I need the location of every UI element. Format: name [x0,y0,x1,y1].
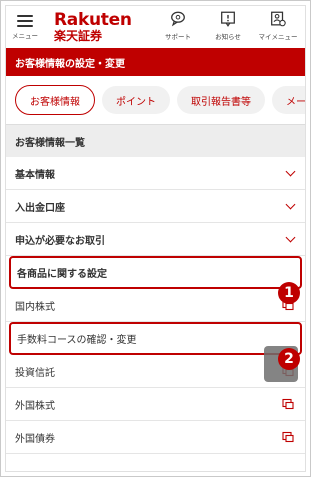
accordion-basic-info[interactable]: 基本情報 [6,157,305,190]
tab-customer-info[interactable]: お客様情報 [15,85,95,115]
news-button[interactable]: お知らせ [203,10,253,41]
row-foreign-stock[interactable]: 外国株式 [6,388,305,421]
screenshot-frame: メニュー Rakuten 楽天証券 サポート お知らせ マイメニュー お客様情報… [0,0,311,477]
app-viewport: メニュー Rakuten 楽天証券 サポート お知らせ マイメニュー お客様情報… [5,5,306,472]
mymenu-button[interactable]: マイメニュー [253,10,303,41]
accordion-deposit-account[interactable]: 入出金口座 [6,190,305,223]
mymenu-icon [271,11,286,27]
menu-label: メニュー [12,31,38,40]
product-settings-header[interactable]: 各商品に関する設定 [9,256,302,289]
step-badge-1: 1 [278,282,300,304]
row-domestic-stock[interactable]: 国内株式 [6,289,305,322]
chevron-down-icon [285,166,296,177]
hamburger-icon [17,14,33,27]
menu-button[interactable]: メニュー [8,14,42,40]
tab-points[interactable]: ポイント [102,86,170,114]
page-title-bar: お客様情報の設定・変更 [6,48,305,76]
top-header: メニュー Rakuten 楽天証券 サポート お知らせ マイメニュー [6,6,305,48]
support-button[interactable]: サポート [153,10,203,41]
category-tabs: お客様情報 ポイント 取引報告書等 メール等 [6,76,305,125]
new-window-icon [282,431,294,443]
tab-email[interactable]: メール等 [272,86,305,114]
row-commission-course[interactable]: 手数料コースの確認・変更 [9,322,302,355]
row-investment-trust[interactable]: 投資信託 [6,355,305,388]
tab-trade-reports[interactable]: 取引報告書等 [177,86,265,114]
new-window-icon [282,398,294,410]
header-actions: サポート お知らせ マイメニュー [153,10,303,41]
chevron-down-icon [285,199,296,210]
support-chat-icon [171,11,185,27]
row-foreign-bond[interactable]: 外国債券 [6,421,305,454]
accordion-application-trades[interactable]: 申込が必要なお取引 [6,223,305,256]
step-badge-2: 2 [278,348,300,370]
section-header: お客様情報一覧 [6,125,305,157]
notice-icon [221,11,235,27]
rakuten-logo[interactable]: Rakuten 楽天証券 [54,12,132,43]
chevron-down-icon [285,232,296,243]
